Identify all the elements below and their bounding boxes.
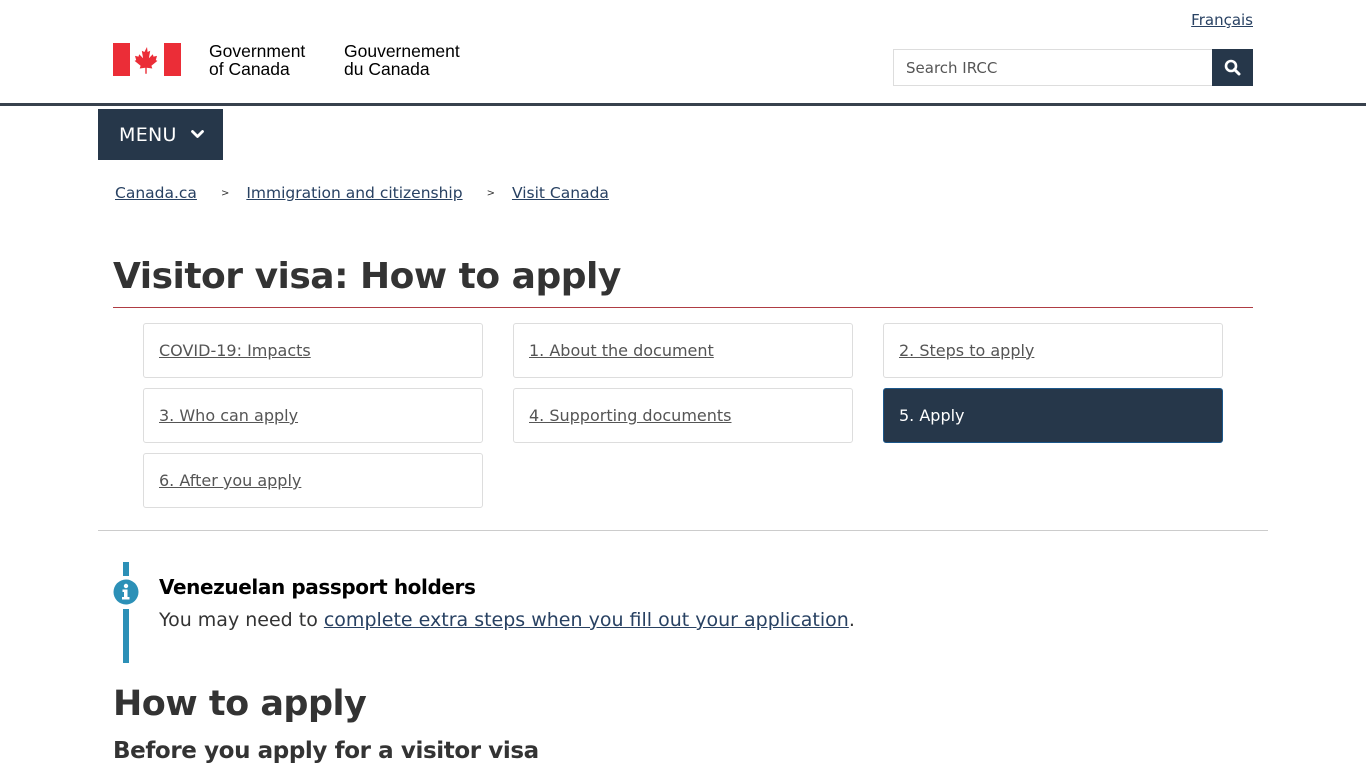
signature-fr-line1: Gouvernement: [344, 41, 460, 61]
step-covid-impacts[interactable]: COVID-19: Impacts: [143, 323, 483, 378]
menu-button[interactable]: MENU: [98, 109, 223, 160]
search-input[interactable]: Search IRCC: [893, 49, 1213, 86]
section-heading: How to apply: [113, 684, 367, 724]
step-link[interactable]: 6. After you apply: [159, 471, 301, 490]
step-link[interactable]: 4. Supporting documents: [529, 406, 732, 425]
subsection-heading: Before you apply for a visitor visa: [113, 738, 539, 764]
government-of-canada-signature-fr[interactable]: Gouvernement du Canada: [344, 42, 460, 78]
section-divider: [98, 530, 1268, 531]
step-steps-to-apply[interactable]: 2. Steps to apply: [883, 323, 1223, 378]
step-link[interactable]: 3. Who can apply: [159, 406, 298, 425]
info-icon: [113, 579, 139, 605]
alert-border: [123, 609, 129, 663]
alert-link[interactable]: complete extra steps when you fill out y…: [324, 609, 849, 631]
language-toggle-link[interactable]: Français: [1191, 11, 1253, 29]
search-icon: [1224, 59, 1241, 76]
breadcrumb-link-visit-canada[interactable]: Visit Canada: [512, 184, 609, 202]
step-after-you-apply[interactable]: 6. After you apply: [143, 453, 483, 508]
alert-title: Venezuelan passport holders: [159, 575, 476, 599]
signature-fr-line2: du Canada: [344, 59, 430, 79]
alert-body-suffix: .: [848, 609, 855, 631]
government-of-canada-signature-en[interactable]: Government of Canada: [209, 42, 305, 78]
step-apply-current[interactable]: 5. Apply: [883, 388, 1223, 443]
chevron-down-icon: [190, 130, 204, 139]
step-supporting-documents[interactable]: 4. Supporting documents: [513, 388, 853, 443]
canada-flag-icon: [113, 43, 181, 76]
step-about-document[interactable]: 1. About the document: [513, 323, 853, 378]
step-label: 5. Apply: [899, 406, 965, 425]
alert-border: [123, 562, 129, 576]
alert-body: You may need to complete extra steps whe…: [159, 609, 855, 631]
breadcrumb-separator: >: [220, 187, 230, 199]
title-divider: [113, 307, 1253, 308]
breadcrumb-link-canada[interactable]: Canada.ca: [115, 184, 197, 202]
alert-body-text: You may need to: [159, 609, 324, 631]
signature-en-line2: of Canada: [209, 59, 290, 79]
search-button[interactable]: [1212, 49, 1253, 86]
step-link[interactable]: 1. About the document: [529, 341, 714, 360]
menu-label: MENU: [119, 123, 177, 146]
signature-en-line1: Government: [209, 41, 306, 61]
step-link[interactable]: COVID-19: Impacts: [159, 341, 311, 360]
step-link[interactable]: 2. Steps to apply: [899, 341, 1034, 360]
step-who-can-apply[interactable]: 3. Who can apply: [143, 388, 483, 443]
breadcrumb-separator: >: [486, 187, 495, 199]
page-title: Visitor visa: How to apply: [113, 256, 621, 297]
breadcrumb: Canada.ca > Immigration and citizenship …: [115, 184, 609, 202]
breadcrumb-link-immigration[interactable]: Immigration and citizenship: [246, 184, 462, 202]
site-header: Government of Canada Gouvernement du Can…: [0, 0, 1366, 106]
